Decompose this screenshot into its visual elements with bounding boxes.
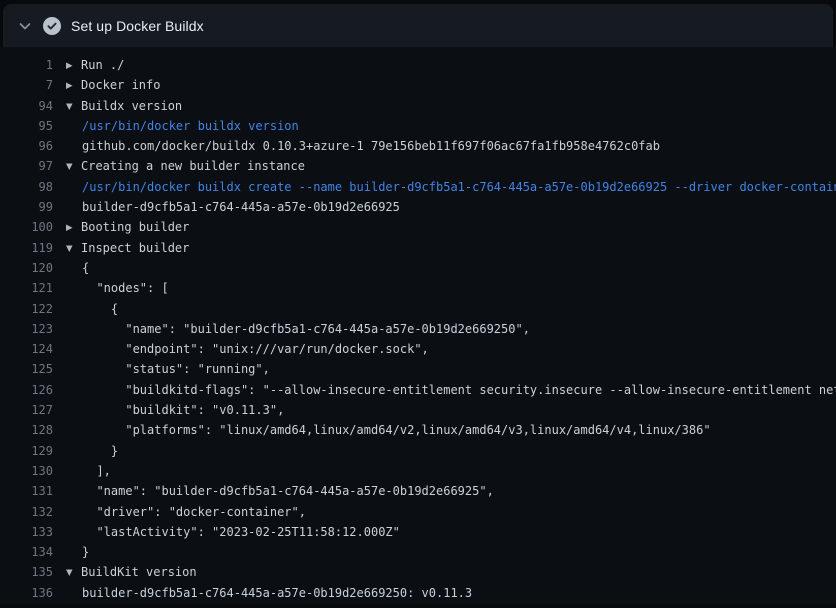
group-title: Inspect builder — [81, 241, 189, 255]
log-line: 133 "lastActivity": "2023-02-25T11:58:12… — [0, 522, 836, 542]
output-text: builder-d9cfb5a1-c764-445a-a57e-0b19d2e6… — [66, 197, 836, 217]
line-number[interactable]: 97 — [0, 156, 53, 176]
output-text: "endpoint": "unix:///var/run/docker.sock… — [66, 339, 836, 359]
output-text: builder-d9cfb5a1-c764-445a-a57e-0b19d2e6… — [66, 583, 836, 603]
line-number[interactable]: 123 — [0, 319, 53, 339]
group-title: Booting builder — [81, 220, 189, 234]
line-number[interactable]: 132 — [0, 502, 53, 522]
line-number[interactable]: 134 — [0, 542, 53, 562]
group-title: Docker info — [81, 78, 160, 92]
log-body: 1▶Run ./7▶Docker info94▼Buildx version95… — [0, 47, 836, 604]
line-number[interactable]: 131 — [0, 481, 53, 501]
output-text: { — [66, 258, 836, 278]
triangle-collapsed-icon[interactable]: ▶ — [66, 56, 81, 75]
output-text: "buildkit": "v0.11.3", — [66, 400, 836, 420]
log-line: 122 { — [0, 299, 836, 319]
line-number[interactable]: 135 — [0, 562, 53, 582]
output-text: "status": "running", — [66, 359, 836, 379]
check-circle-icon — [43, 17, 61, 35]
line-number[interactable]: 127 — [0, 400, 53, 420]
line-number[interactable]: 130 — [0, 461, 53, 481]
log-line: 132 "driver": "docker-container", — [0, 502, 836, 522]
log-line: 96 github.com/docker/buildx 0.10.3+azure-… — [0, 136, 836, 156]
line-number[interactable]: 122 — [0, 299, 53, 319]
triangle-collapsed-icon[interactable]: ▶ — [66, 218, 81, 237]
output-text: "buildkitd-flags": "--allow-insecure-ent… — [66, 380, 836, 400]
line-number[interactable]: 124 — [0, 339, 53, 359]
line-number[interactable]: 95 — [0, 116, 53, 136]
log-line: 120 { — [0, 258, 836, 278]
log-line: 127 "buildkit": "v0.11.3", — [0, 400, 836, 420]
output-text: "lastActivity": "2023-02-25T11:58:12.000… — [66, 522, 836, 542]
log-line: 95/usr/bin/docker buildx version — [0, 116, 836, 136]
log-line: 99 builder-d9cfb5a1-c764-445a-a57e-0b19d2… — [0, 197, 836, 217]
group-title: Creating a new builder instance — [81, 159, 305, 173]
triangle-expanded-icon[interactable]: ▼ — [66, 239, 81, 258]
log-line: 124 "endpoint": "unix:///var/run/docker.… — [0, 339, 836, 359]
output-text: "nodes": [ — [66, 278, 836, 298]
step-title: Set up Docker Buildx — [71, 18, 204, 34]
log-line: 134} — [0, 542, 836, 562]
chevron-down-icon[interactable] — [17, 18, 33, 34]
log-group-line[interactable]: 119 ▼Inspect builder — [0, 238, 836, 258]
log-group-line[interactable]: 135 ▼BuildKit version — [0, 562, 836, 582]
line-number[interactable]: 136 — [0, 583, 53, 603]
line-number[interactable]: 98 — [0, 177, 53, 197]
output-text: "name": "builder-d9cfb5a1-c764-445a-a57e… — [66, 481, 836, 501]
triangle-collapsed-icon[interactable]: ▶ — [66, 76, 81, 95]
line-number[interactable]: 133 — [0, 522, 53, 542]
line-number[interactable]: 99 — [0, 197, 53, 217]
line-number[interactable]: 7 — [0, 75, 53, 95]
output-text: "platforms": "linux/amd64,linux/amd64/v2… — [66, 420, 836, 440]
log-line: 131 "name": "builder-d9cfb5a1-c764-445a-… — [0, 481, 836, 501]
log-line: 125 "status": "running", — [0, 359, 836, 379]
output-text: } — [66, 542, 836, 562]
group-title: BuildKit version — [81, 565, 197, 579]
line-number[interactable]: 129 — [0, 441, 53, 461]
log-line: 126 "buildkitd-flags": "--allow-insecure… — [0, 380, 836, 400]
log-line: 128 "platforms": "linux/amd64,linux/amd6… — [0, 420, 836, 440]
output-text: "name": "builder-d9cfb5a1-c764-445a-a57e… — [66, 319, 836, 339]
group-title: Run ./ — [81, 58, 124, 72]
line-number[interactable]: 94 — [0, 96, 53, 116]
line-number[interactable]: 119 — [0, 238, 53, 258]
output-text: } — [66, 441, 836, 461]
log-group-line[interactable]: 94 ▼Buildx version — [0, 96, 836, 116]
output-text: github.com/docker/buildx 0.10.3+azure-1 … — [66, 136, 836, 156]
log-line: 123 "name": "builder-d9cfb5a1-c764-445a-… — [0, 319, 836, 339]
log-line: 130 ], — [0, 461, 836, 481]
output-text: { — [66, 299, 836, 319]
log-line: 121 "nodes": [ — [0, 278, 836, 298]
log-group-line[interactable]: 97 ▼Creating a new builder instance — [0, 156, 836, 176]
line-number[interactable]: 100 — [0, 217, 53, 237]
line-number[interactable]: 121 — [0, 278, 53, 298]
line-number[interactable]: 96 — [0, 136, 53, 156]
command-text: /usr/bin/docker buildx version — [66, 116, 836, 136]
log-group-line[interactable]: 100 ▶Booting builder — [0, 217, 836, 237]
output-text: ], — [66, 461, 836, 481]
output-text: "driver": "docker-container", — [66, 502, 836, 522]
line-number[interactable]: 125 — [0, 359, 53, 379]
log-line: 136 builder-d9cfb5a1-c764-445a-a57e-0b19d… — [0, 583, 836, 603]
group-title: Buildx version — [81, 99, 182, 113]
command-text: /usr/bin/docker buildx create --name bui… — [66, 177, 836, 197]
line-number[interactable]: 1 — [0, 55, 53, 75]
triangle-expanded-icon[interactable]: ▼ — [66, 563, 81, 582]
log-group-line[interactable]: 7 ▶Docker info — [0, 75, 836, 95]
line-number[interactable]: 128 — [0, 420, 53, 440]
triangle-expanded-icon[interactable]: ▼ — [66, 157, 81, 176]
log-line: 98/usr/bin/docker buildx create --name b… — [0, 177, 836, 197]
step-header[interactable]: Set up Docker Buildx — [3, 4, 833, 47]
line-number[interactable]: 126 — [0, 380, 53, 400]
triangle-expanded-icon[interactable]: ▼ — [66, 97, 81, 116]
log-group-line[interactable]: 1 ▶Run ./ — [0, 55, 836, 75]
log-line: 129 } — [0, 441, 836, 461]
line-number[interactable]: 120 — [0, 258, 53, 278]
